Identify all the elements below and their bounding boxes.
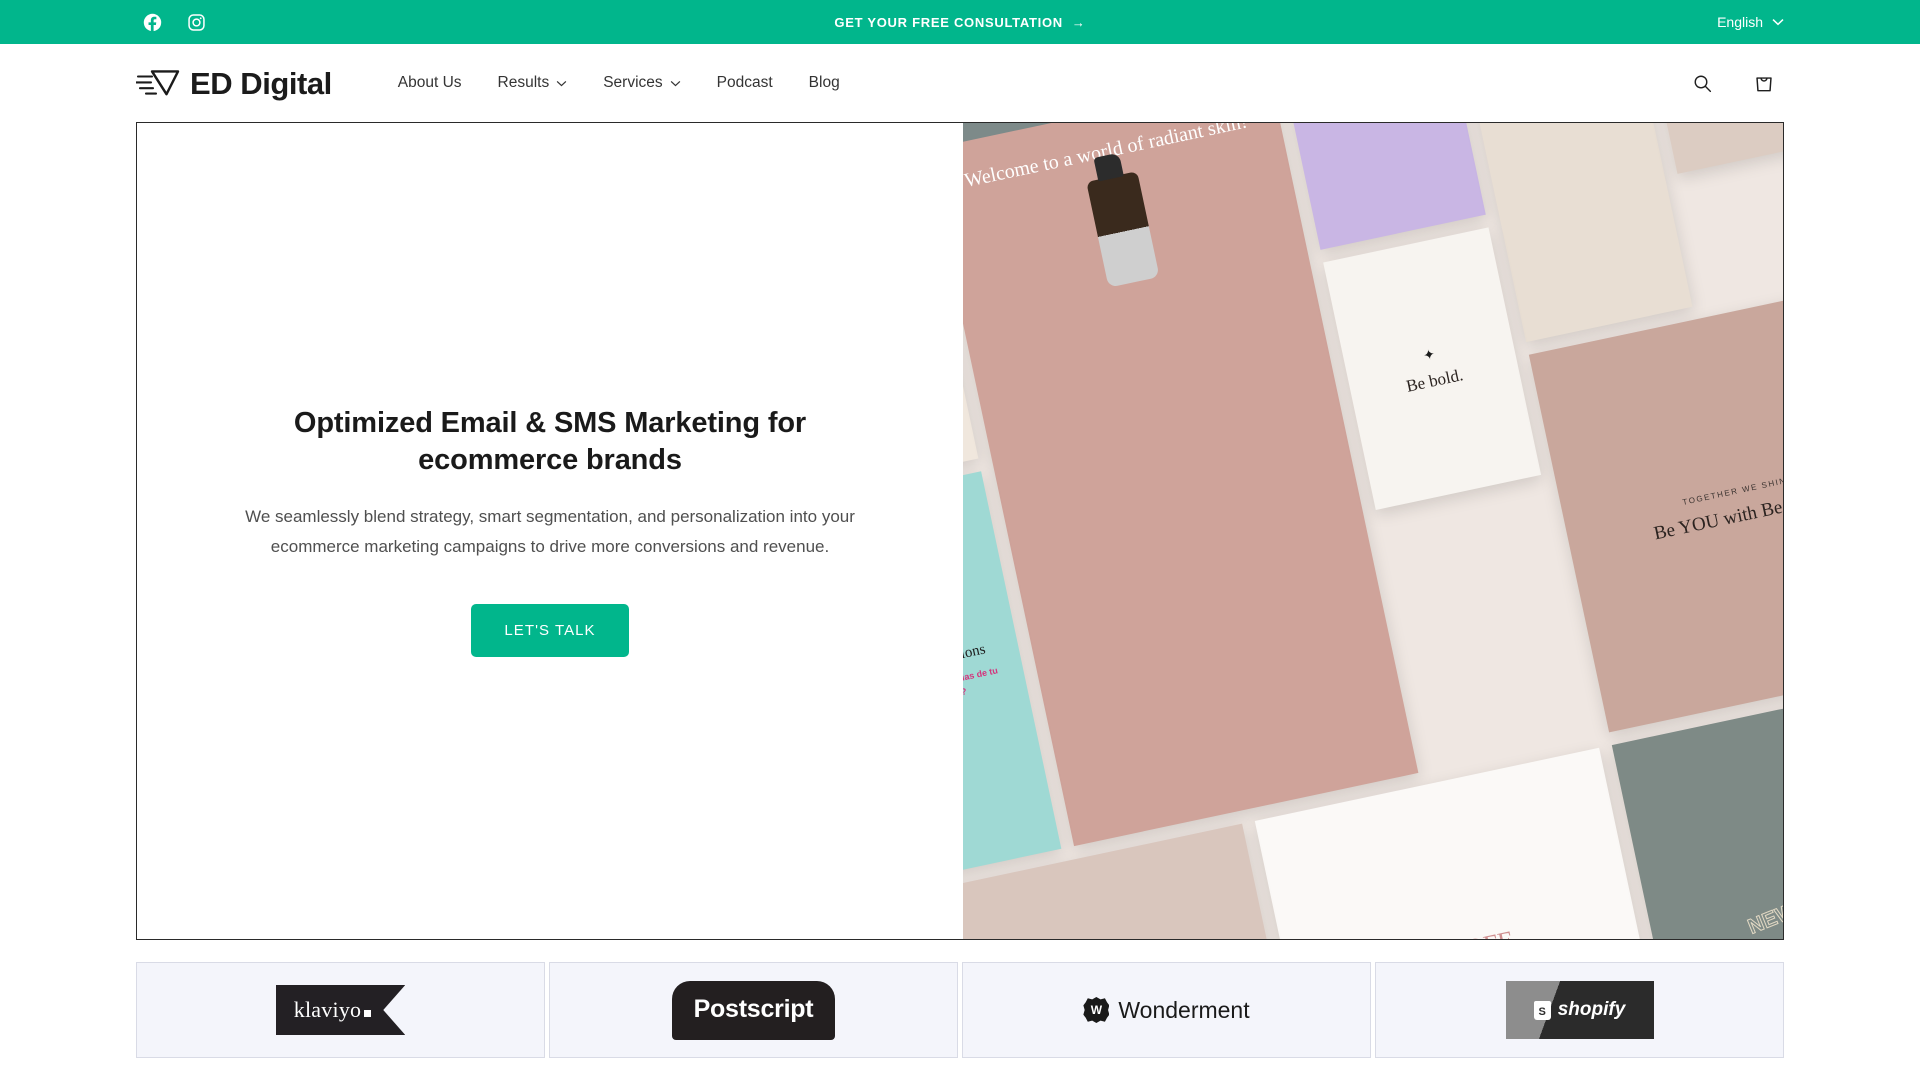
cart-button[interactable] (1744, 63, 1784, 103)
arrow-right-icon: → (1071, 14, 1086, 30)
consultation-link[interactable]: GET YOUR FREE CONSULTATION → (834, 15, 1085, 30)
header-actions (1682, 63, 1784, 103)
shopify-label: shopify (1557, 999, 1626, 1020)
nav-item-results[interactable]: Results (484, 64, 582, 102)
wonderment-label: Wonderment (1118, 996, 1250, 1023)
site-header: ED Digital About Us Results Services Pod… (0, 44, 1920, 122)
consultation-label: GET YOUR FREE CONSULTATION (834, 14, 1063, 30)
chevron-down-icon (1772, 19, 1784, 26)
logo-text: ED Digital (190, 65, 332, 101)
partner-card-shopify[interactable]: S shopify (1375, 962, 1784, 1058)
collage-card-beamina: TOGETHER WE SHINE Be YOU with Beamina. (1528, 281, 1783, 733)
nav-label: Podcast (716, 74, 773, 91)
cart-icon (1756, 77, 1772, 92)
chevron-down-icon (670, 80, 680, 86)
nav-label: About Us (397, 74, 462, 91)
main-navigation: About Us Results Services Podcast Blog (384, 64, 854, 102)
site-logo[interactable]: ED Digital (136, 68, 332, 99)
hero-collage-image: selik HOME SHOP ABOUT US Welcome to a wo… (963, 123, 1783, 939)
klaviyo-logo: klaviyo (275, 985, 406, 1035)
instagram-icon[interactable] (182, 8, 210, 36)
klaviyo-label: klaviyo (293, 997, 362, 1022)
chevron-down-icon (556, 80, 567, 86)
collage-card-be-bold: ✦ Be bold. (1322, 227, 1542, 511)
partner-card-klaviyo[interactable]: klaviyo (136, 962, 545, 1058)
partner-card-wonderment[interactable]: W Wonderment (962, 962, 1371, 1058)
postscript-logo: Postscript (671, 980, 836, 1040)
language-selector[interactable]: English (1717, 14, 1784, 30)
email-campaign-collage: selik HOME SHOP ABOUT US Welcome to a wo… (963, 123, 1783, 939)
nav-item-podcast[interactable]: Podcast (703, 64, 787, 102)
lets-talk-button[interactable]: LET'S TALK (471, 604, 629, 658)
product-bottle-image (1085, 172, 1160, 289)
shopify-bag-icon: S (1533, 1000, 1551, 1020)
nav-label: Blog (808, 74, 840, 91)
hero-content: Optimized Email & SMS Marketing for ecom… (137, 123, 963, 939)
nav-label: Services (603, 74, 663, 91)
hero-subtitle: We seamlessly blend strategy, smart segm… (245, 506, 855, 557)
search-button[interactable] (1682, 63, 1722, 103)
partner-card-postscript[interactable]: Postscript (549, 962, 958, 1058)
nav-item-blog[interactable]: Blog (795, 64, 854, 102)
nav-item-services[interactable]: Services (589, 64, 694, 102)
nav-label: Results (497, 74, 550, 91)
nav-item-about-us[interactable]: About Us (384, 64, 476, 102)
wonderment-badge-icon: W (1083, 997, 1110, 1023)
page-title: Optimized Email & SMS Marketing for ecom… (293, 406, 807, 477)
paper-plane-icon (136, 70, 180, 96)
facebook-icon[interactable] (138, 8, 166, 36)
shopify-logo: S shopify (1505, 981, 1654, 1039)
announcement-bar: GET YOUR FREE CONSULTATION → English (0, 0, 1920, 44)
new-arrivals-text: NEW ARRIVALS (1744, 856, 1783, 939)
be-bold-text: Be bold. (1404, 365, 1465, 397)
hero-section: Optimized Email & SMS Marketing for ecom… (136, 122, 1784, 940)
language-label: English (1717, 14, 1763, 30)
announcement-center: GET YOUR FREE CONSULTATION → (0, 15, 1920, 30)
social-links (138, 8, 210, 36)
spanish-copy-text: ¿Quieres más noticias de tu descuento? (963, 665, 999, 707)
partner-logos: klaviyo Postscript W Wonderment S shopif… (136, 962, 1784, 1058)
discount-amount: 10% OFF (1409, 926, 1515, 939)
wonderment-logo: W Wonderment (1083, 996, 1250, 1024)
search-icon (1694, 75, 1711, 92)
star-icon: ✦ (1421, 345, 1437, 364)
klaviyo-square-icon (364, 1010, 372, 1017)
